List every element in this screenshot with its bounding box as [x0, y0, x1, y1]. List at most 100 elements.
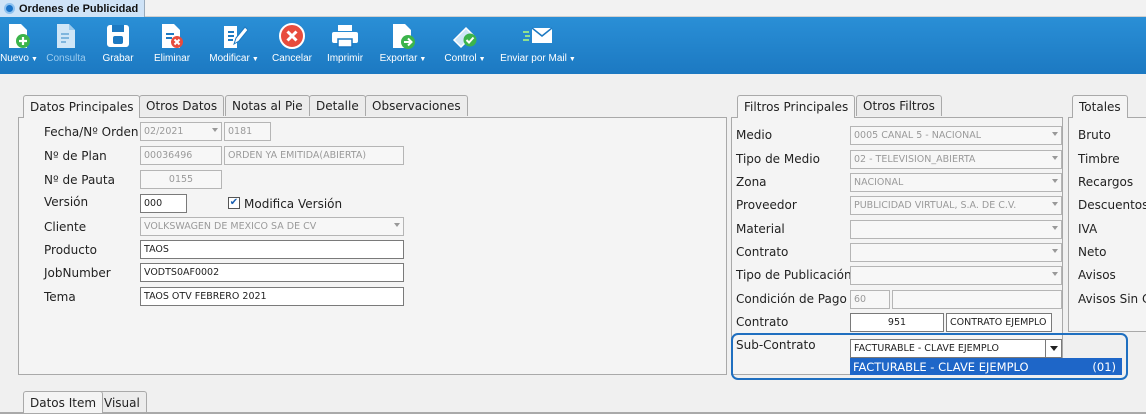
export-document-icon — [387, 21, 419, 51]
condicion-pago-field[interactable]: 60 — [850, 290, 890, 309]
chevron-down-icon — [1052, 226, 1058, 230]
nuevo-label: Nuevo — [0, 53, 29, 64]
modificar-button[interactable]: Modificar ▼ — [202, 17, 266, 74]
tab-label: Datos Principales — [30, 100, 134, 114]
total-bruto-label: Bruto — [1078, 128, 1111, 142]
proveedor-select[interactable]: PUBLICIDAD VIRTUAL, S.A. DE C.V. — [850, 196, 1062, 215]
control-label: Control — [444, 53, 477, 64]
tipo-medio-label: Tipo de Medio — [736, 152, 820, 166]
cancel-circle-icon — [276, 21, 308, 51]
cancelar-label: Cancelar — [271, 53, 313, 64]
nuevo-button[interactable]: Nuevo ▼ — [0, 17, 38, 74]
save-disk-icon — [102, 21, 134, 51]
contrato-select[interactable] — [850, 243, 1062, 262]
tab-label: Totales — [1079, 100, 1121, 114]
total-iva-label: IVA — [1078, 222, 1098, 236]
plan-status-field: ORDEN YA EMITIDA(ABIERTA) — [224, 146, 404, 165]
chevron-down-icon — [1052, 132, 1058, 136]
eliminar-label: Eliminar — [153, 53, 191, 64]
tipo-publicacion-label: Tipo de Publicación — [736, 268, 852, 282]
contrato-label: Contrato — [736, 245, 789, 259]
plan-field[interactable]: 00036496 — [140, 146, 222, 165]
producto-value: TAOS — [144, 244, 169, 255]
toolbar: Nuevo ▼ Consulta Grabar Eliminar Modifica… — [0, 17, 1146, 74]
version-value: 000 — [144, 198, 163, 209]
pauta-field[interactable]: 0155 — [140, 170, 222, 189]
fecha-select[interactable]: 02/2021 — [140, 122, 222, 141]
tab-visual[interactable]: Visual — [97, 391, 147, 413]
zona-value: NACIONAL — [854, 177, 904, 188]
tab-otros-filtros[interactable]: Otros Filtros — [856, 95, 942, 116]
grabar-button[interactable]: Grabar — [98, 17, 138, 74]
chevron-down-icon — [1052, 156, 1058, 160]
edit-pencil-icon — [218, 21, 250, 51]
cancelar-button[interactable]: Cancelar — [268, 17, 316, 74]
modificar-label: Modificar — [209, 53, 250, 64]
tab-notas-al-pie[interactable]: Notas al Pie — [225, 95, 310, 116]
contrato-number-field[interactable]: 951 — [850, 313, 944, 332]
window-title: Ordenes de Publicidad — [19, 2, 139, 15]
total-avisos-sin-label: Avisos Sin C — [1078, 292, 1146, 306]
chevron-down-icon — [212, 128, 218, 132]
tab-observaciones[interactable]: Observaciones — [365, 95, 468, 116]
cliente-label: Cliente — [44, 220, 87, 234]
fecha-value: 02/2021 — [144, 126, 184, 137]
eliminar-button[interactable]: Eliminar — [150, 17, 194, 74]
control-check-icon — [449, 21, 481, 51]
tema-label: Tema — [44, 290, 76, 304]
subcontrato-value: FACTURABLE - CLAVE EJEMPLO — [854, 343, 1000, 354]
contrato-number-value: 951 — [887, 317, 907, 328]
tab-label: Visual — [104, 395, 140, 410]
enviar-mail-button[interactable]: Enviar por Mail ▼ — [496, 17, 580, 74]
fecha-label: Fecha/Nº Orden — [44, 125, 139, 139]
tab-label: Filtros Principales — [744, 100, 849, 114]
condicion-pago-value: 60 — [854, 294, 867, 305]
material-label: Material — [736, 222, 785, 236]
total-recargos-label: Recargos — [1078, 175, 1134, 189]
plan-label: Nº de Plan — [44, 149, 107, 163]
chevron-down-icon — [1052, 249, 1058, 253]
consulta-label: Consulta — [46, 53, 86, 64]
tema-field[interactable]: TAOS OTV FEBRERO 2021 — [140, 287, 404, 306]
proveedor-value: PUBLICIDAD VIRTUAL, S.A. DE C.V. — [854, 200, 1017, 211]
tipo-publicacion-select[interactable] — [850, 266, 1062, 285]
medio-select[interactable]: 0005 CANAL 5 - NACIONAL — [850, 126, 1062, 145]
subcontrato-select[interactable]: FACTURABLE - CLAVE EJEMPLO — [850, 339, 1062, 358]
contrato-name-field: CONTRATO EJEMPLO — [946, 313, 1052, 332]
imprimir-button[interactable]: Imprimir — [320, 17, 370, 74]
material-select[interactable] — [850, 220, 1062, 239]
tipo-medio-select[interactable]: 02 - TELEVISION_ABIERTA — [850, 150, 1062, 169]
enviar-mail-label: Enviar por Mail — [500, 53, 567, 64]
condicion-pago-label: Condición de Pago — [736, 292, 847, 306]
subcontrato-option[interactable]: FACTURABLE - CLAVE EJEMPLO (01) — [850, 358, 1122, 375]
tab-datos-item[interactable]: Datos Item — [23, 391, 104, 413]
jobnumber-value: VODTS0AF0002 — [144, 267, 220, 278]
pauta-label: Nº de Pauta — [44, 173, 115, 187]
zona-select[interactable]: NACIONAL — [850, 173, 1062, 192]
tab-datos-principales[interactable]: Datos Principales — [23, 95, 141, 118]
exportar-button[interactable]: Exportar ▼ — [374, 17, 432, 74]
control-button[interactable]: Control ▼ — [438, 17, 492, 74]
producto-field[interactable]: TAOS — [140, 240, 404, 259]
title-bar: Ordenes de Publicidad — [0, 0, 1146, 17]
jobnumber-field[interactable]: VODTS0AF0002 — [140, 263, 404, 282]
consulta-button[interactable]: Consulta — [44, 17, 88, 74]
tab-filtros-principales[interactable]: Filtros Principales — [737, 95, 856, 118]
tab-label: Datos Item — [30, 395, 97, 410]
modifica-version-checkbox[interactable]: ✔ — [228, 197, 240, 209]
tab-detalle[interactable]: Detalle — [309, 95, 366, 116]
delete-document-icon — [156, 21, 188, 51]
version-field[interactable]: 000 — [140, 194, 187, 213]
modifica-version-label: Modifica Versión — [244, 197, 343, 211]
contrato-name-value: CONTRATO EJEMPLO — [950, 317, 1047, 328]
query-document-icon — [50, 21, 82, 51]
subcontrato-label: Sub-Contrato — [736, 338, 816, 352]
medio-label: Medio — [736, 128, 773, 142]
dropdown-arrow-icon[interactable] — [1045, 340, 1061, 357]
version-label: Versión — [44, 195, 89, 209]
tab-otros-datos[interactable]: Otros Datos — [139, 95, 225, 116]
tab-totales[interactable]: Totales — [1072, 95, 1128, 118]
cliente-select[interactable]: VOLKSWAGEN DE MEXICO SA DE CV — [140, 217, 404, 236]
window-tab[interactable]: Ordenes de Publicidad — [0, 0, 146, 17]
orden-field[interactable]: 0181 — [224, 122, 271, 141]
